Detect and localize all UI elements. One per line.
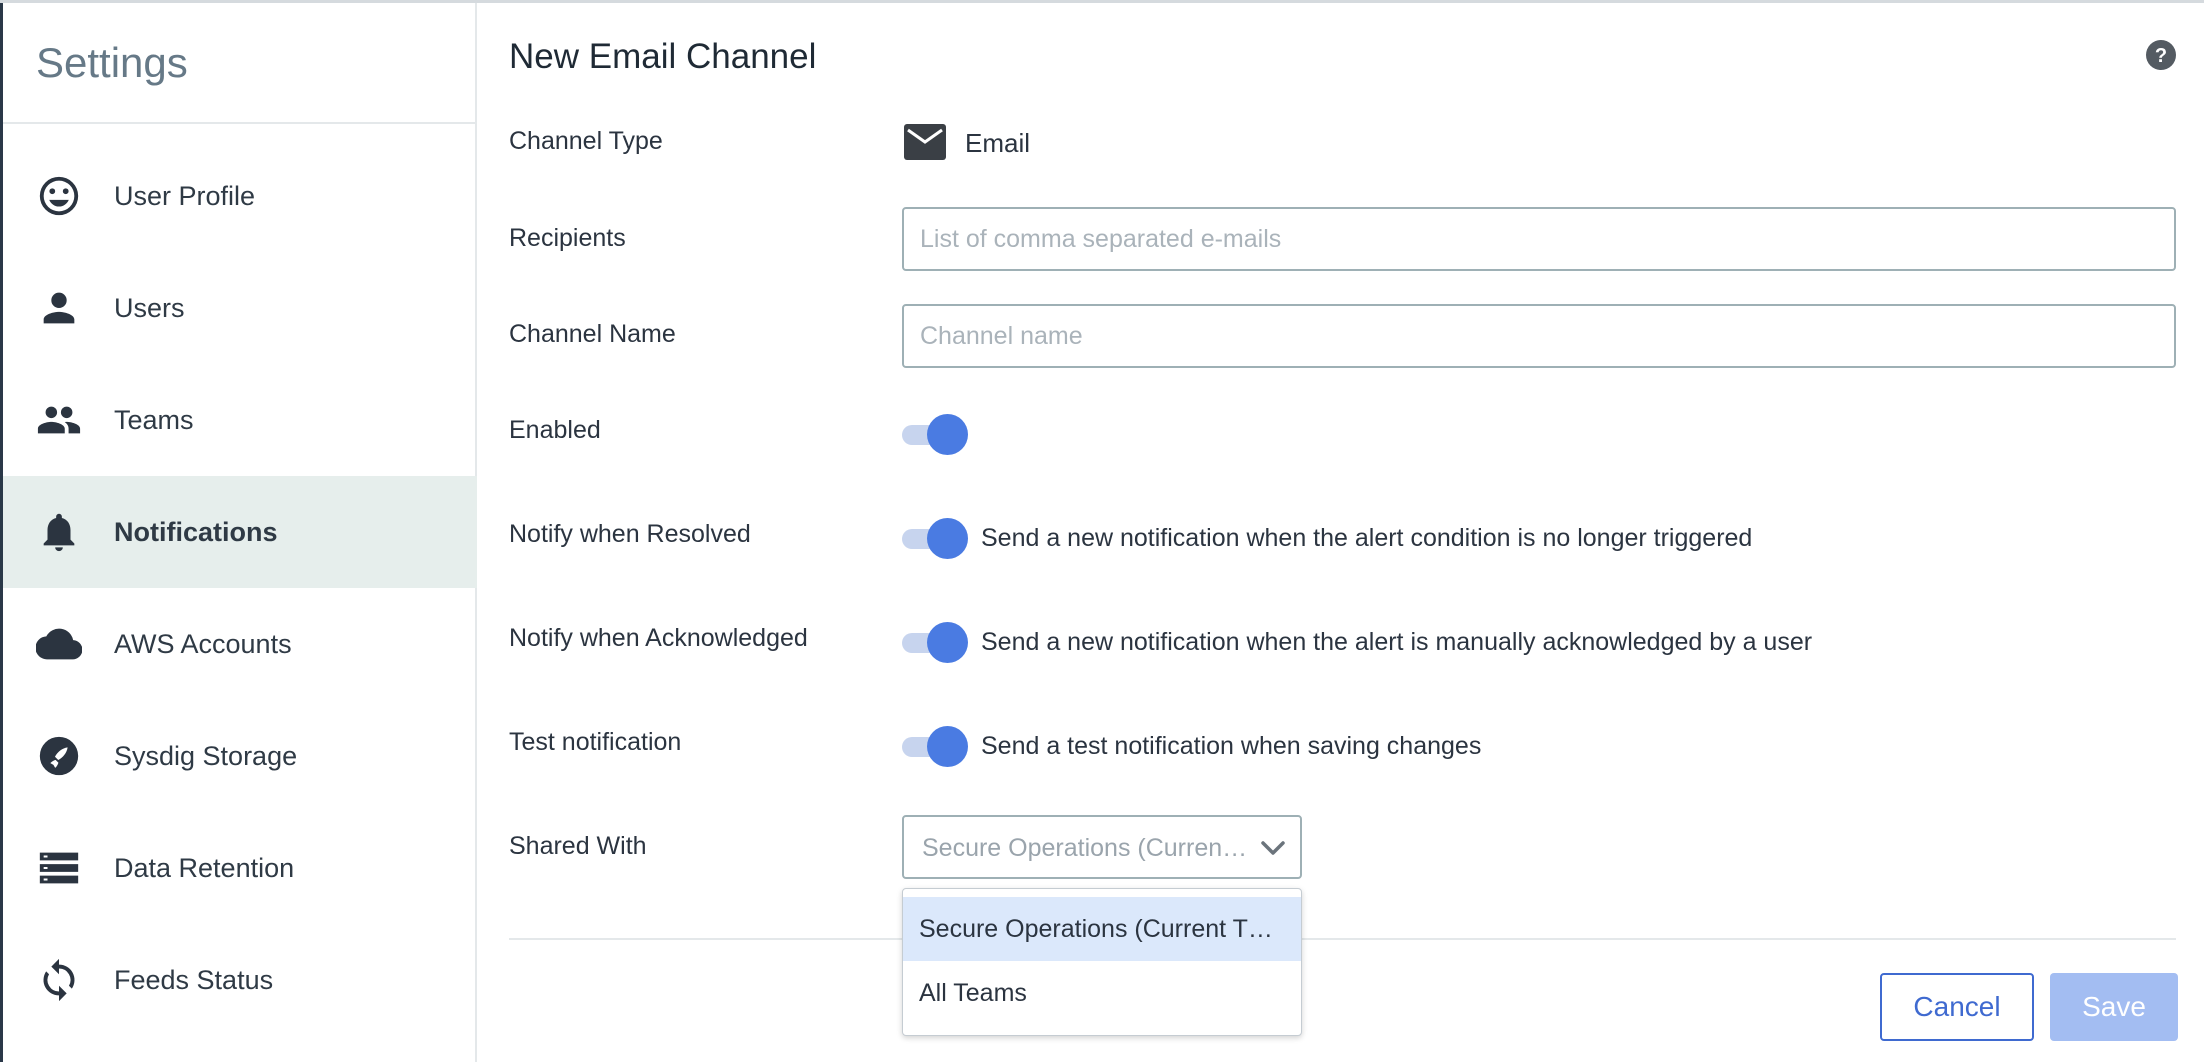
sidebar: Settings User Profile Users Teams Notifi [0,3,477,1062]
group-icon [36,397,82,443]
notify-resolved-toggle[interactable] [902,518,968,560]
sidebar-item-label: AWS Accounts [114,628,292,659]
smiley-face-icon [36,173,82,219]
main-panel: New Email Channel ? Channel Type Email R… [479,3,2204,1062]
rocket-icon [36,733,82,779]
chevron-down-icon [1261,841,1285,855]
sidebar-item-label: Notifications [114,516,278,547]
channel-name-label: Channel Name [509,320,676,348]
dropdown-option-label: All Teams [919,978,1027,1007]
svg-text:?: ? [2155,45,2167,67]
sidebar-item-label: Sysdig Storage [114,740,298,771]
notify-resolved-description: Send a new notification when the alert c… [981,524,1753,552]
sidebar-item-sysdig-storage[interactable]: Sysdig Storage [3,700,477,812]
sidebar-item-label: Feeds Status [114,964,274,995]
sync-icon [36,957,82,1003]
help-circle-icon[interactable]: ? [2146,40,2176,70]
page-title: New Email Channel [509,37,817,76]
notify-acknowledged-toggle[interactable] [902,622,968,664]
storage-list-icon [36,845,82,891]
notify-acknowledged-label: Notify when Acknowledged [509,624,808,652]
shared-with-select[interactable]: Secure Operations (Curren… [902,815,1302,879]
shared-with-dropdown: Secure Operations (Current T… All Teams [902,888,1302,1036]
person-icon [36,285,82,331]
channel-type-label: Channel Type [509,127,663,155]
sidebar-item-aws-accounts[interactable]: AWS Accounts [3,588,477,700]
recipients-input[interactable] [902,207,2176,271]
sidebar-divider [3,122,477,124]
toggle-knob [927,518,968,559]
sidebar-item-teams[interactable]: Teams [3,364,477,476]
toggle-knob [927,414,968,455]
dropdown-option-label: Secure Operations (Current T… [919,914,1273,943]
save-button[interactable]: Save [2050,973,2178,1041]
toggle-knob [927,622,968,663]
shared-with-selected-value: Secure Operations (Curren… [922,834,1248,862]
envelope-icon [904,124,946,160]
sidebar-item-label: Data Retention [114,852,295,883]
enabled-label: Enabled [509,416,601,444]
sidebar-item-users[interactable]: Users [3,252,477,364]
sidebar-item-notifications[interactable]: Notifications [3,476,477,588]
cloud-icon [36,621,82,667]
notify-resolved-label: Notify when Resolved [509,520,751,548]
toggle-knob [927,726,968,767]
sidebar-item-label: Users [114,292,185,323]
channel-type-value: Email [965,128,1031,158]
enabled-toggle[interactable] [902,414,968,456]
shared-with-label: Shared With [509,832,647,860]
bell-icon [36,509,82,555]
sidebar-item-data-retention[interactable]: Data Retention [3,812,477,924]
test-notification-description: Send a test notification when saving cha… [981,732,1482,760]
sidebar-item-feeds-status[interactable]: Feeds Status [3,924,477,1036]
settings-app: Settings User Profile Users Teams Notifi [0,0,2204,1062]
channel-name-input[interactable] [902,304,2176,368]
test-notification-label: Test notification [509,728,682,756]
sidebar-item-label: User Profile [114,180,256,211]
notify-acknowledged-description: Send a new notification when the alert i… [981,628,1813,656]
footer-divider [509,938,2176,940]
cancel-button[interactable]: Cancel [1880,973,2034,1041]
sidebar-item-user-profile[interactable]: User Profile [3,140,477,252]
test-notification-toggle[interactable] [902,726,968,768]
recipients-label: Recipients [509,224,626,252]
sidebar-item-label: Teams [114,404,194,435]
sidebar-title: Settings [36,39,188,86]
dropdown-option-secure-operations[interactable]: Secure Operations (Current T… [903,897,1301,961]
dropdown-option-all-teams[interactable]: All Teams [903,961,1301,1025]
